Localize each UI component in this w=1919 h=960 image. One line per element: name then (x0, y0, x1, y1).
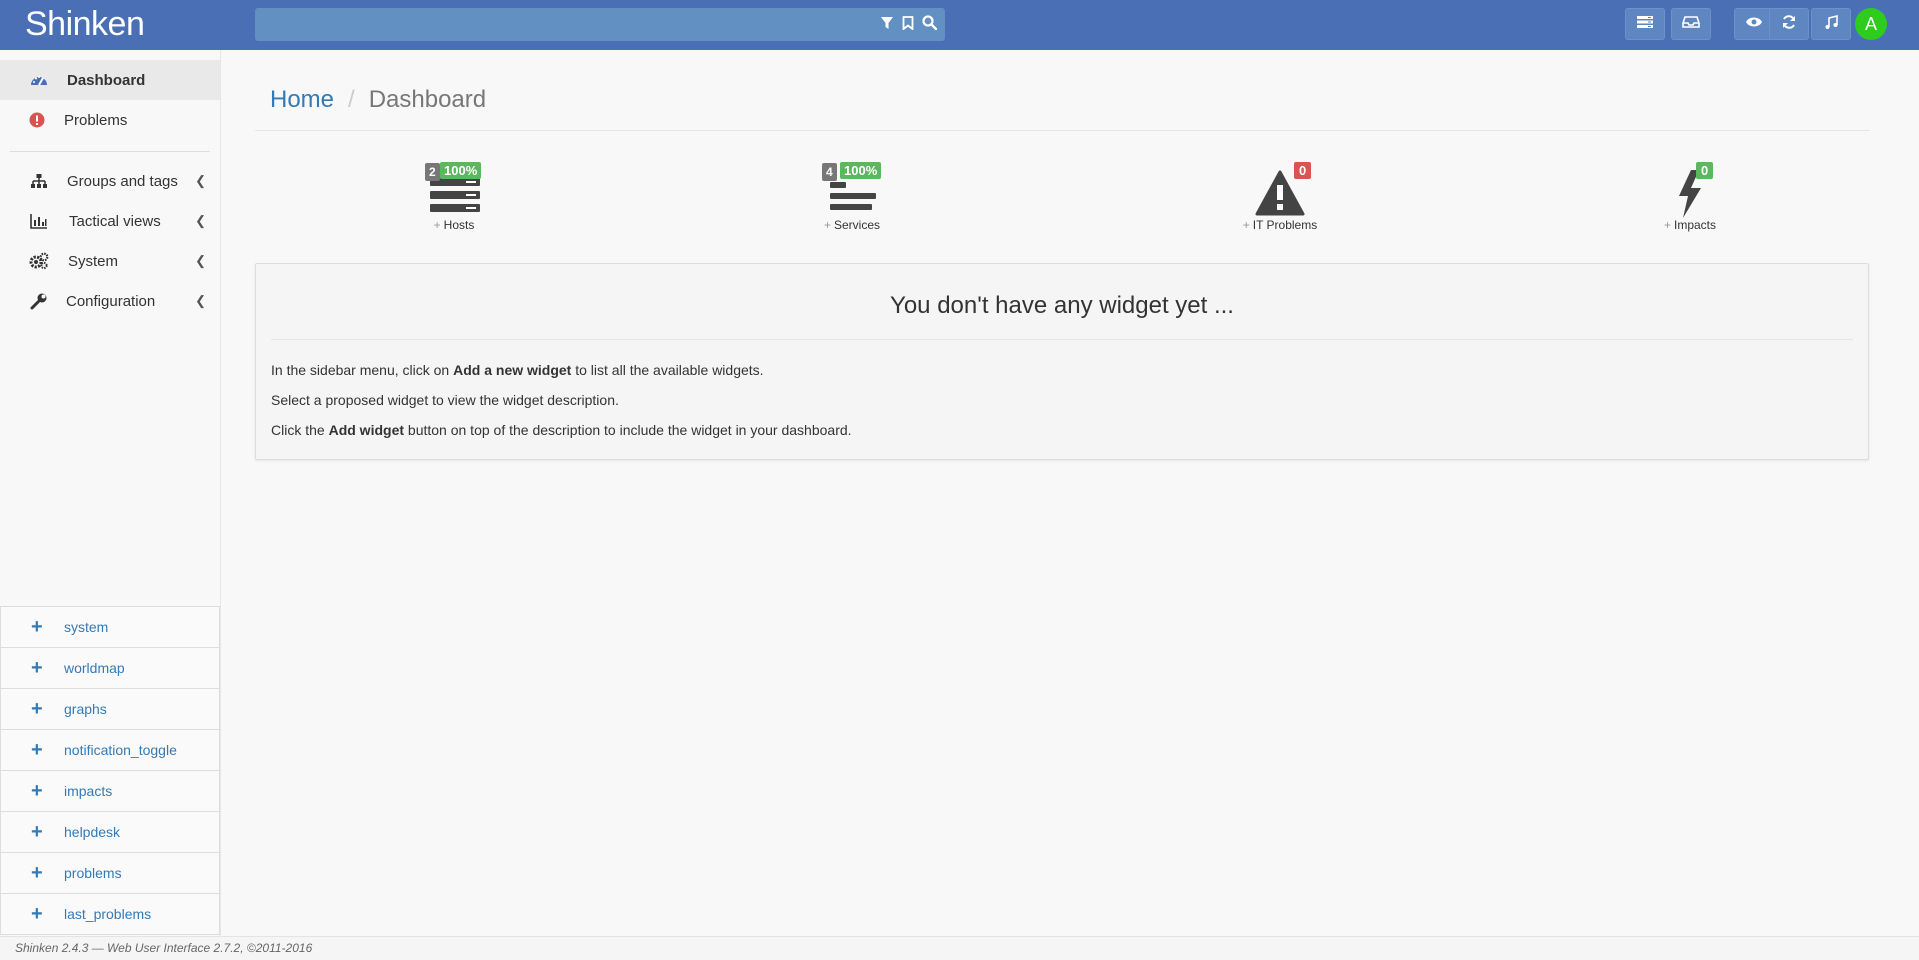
hosts-list-button[interactable] (1625, 8, 1665, 40)
divider (255, 130, 1870, 131)
inbox-icon (1682, 15, 1700, 34)
sidebar-divider (10, 151, 210, 152)
panel-title: You don't have any widget yet ... (890, 292, 1234, 319)
dashboard-icon (29, 70, 49, 90)
sidebar-item-label: Tactical views (69, 212, 161, 230)
impacts-count-badge: 0 (1696, 162, 1714, 179)
it-problems-count-badge: 0 (1294, 162, 1312, 179)
widget-item-impacts[interactable]: + impacts (0, 770, 220, 811)
inbox-button[interactable] (1671, 8, 1711, 40)
hosts-percent-badge: 100% (440, 162, 482, 179)
breadcrumb-current: Dashboard (368, 86, 487, 113)
sidebar-item-system[interactable]: System ❮ (0, 241, 220, 281)
sitemap-icon (29, 171, 49, 191)
widget-item-notification-toggle[interactable]: + notification_toggle (0, 729, 220, 770)
breadcrumb-separator: / (348, 86, 355, 113)
plus-icon: + (1663, 218, 1671, 232)
footer-version-text: Shinken 2.4.3 — Web User Interface 2.7.2… (15, 941, 313, 955)
breadcrumb: Home / Dashboard (270, 86, 486, 114)
wrench-icon (29, 291, 49, 311)
instruction-line-1: In the sidebar menu, click on Add a new … (271, 362, 764, 378)
footer: Shinken 2.4.3 — Web User Interface 2.7.2… (0, 936, 1919, 960)
hosts-count-badge: 2 (425, 163, 440, 181)
sidebar-item-label: Dashboard (67, 71, 146, 89)
brand-logo[interactable]: Shinken (25, 5, 145, 44)
plus-icon: + (31, 861, 43, 884)
user-avatar[interactable]: A (1855, 8, 1887, 40)
list-icon (830, 176, 876, 221)
sidebar-item-label: Problems (64, 111, 128, 129)
plus-icon: + (31, 697, 43, 720)
empty-dashboard-panel: You don't have any widget yet ... In the… (255, 263, 1869, 460)
server-icon (1636, 15, 1654, 34)
music-icon (1823, 14, 1839, 35)
instruction-line-2: Select a proposed widget to view the wid… (271, 392, 619, 408)
bar-chart-icon (29, 211, 49, 231)
chevron-left-icon: ❮ (195, 173, 206, 188)
services-percent-badge: 100% (840, 162, 882, 179)
plus-icon: + (31, 902, 43, 925)
sidebar-item-tactical-views[interactable]: Tactical views ❮ (0, 201, 220, 241)
sidebar-item-dashboard[interactable]: Dashboard (0, 60, 220, 100)
filter-icon[interactable] (880, 16, 894, 30)
widget-list: + system + worldmap + graphs + notification_… (0, 606, 220, 935)
plus-icon: + (31, 820, 43, 843)
widget-item-graphs[interactable]: + graphs (0, 688, 220, 729)
plus-icon: + (1242, 218, 1250, 232)
exclamation-circle-icon (27, 110, 47, 130)
server-icon (430, 176, 480, 221)
plus-icon: + (31, 615, 43, 638)
watch-button[interactable] (1734, 8, 1774, 40)
search-icon[interactable] (922, 15, 937, 30)
sidebar-item-label: Groups and tags (67, 172, 178, 190)
sound-button[interactable] (1811, 8, 1851, 40)
refresh-icon (1781, 14, 1797, 35)
divider (271, 339, 1853, 340)
widget-item-system[interactable]: + system (0, 606, 220, 647)
services-stat[interactable]: 4 100% + Services (782, 160, 922, 232)
eye-icon (1745, 15, 1763, 33)
sidebar-item-groups[interactable]: Groups and tags ❮ (0, 161, 220, 201)
gears-icon (29, 251, 49, 271)
chevron-left-icon: ❮ (195, 253, 206, 268)
sidebar-item-label: System (68, 252, 119, 270)
sidebar-item-label: Configuration (66, 292, 156, 310)
plus-icon: + (31, 656, 43, 679)
chevron-left-icon: ❮ (195, 213, 206, 228)
services-count-badge: 4 (822, 163, 837, 181)
widget-item-problems[interactable]: + problems (0, 852, 220, 893)
widget-item-last-problems[interactable]: + last_problems (0, 893, 220, 935)
widget-item-worldmap[interactable]: + worldmap (0, 647, 220, 688)
bookmark-icon[interactable] (902, 15, 914, 30)
plus-icon: + (31, 738, 43, 761)
breadcrumb-home-link[interactable]: Home (270, 86, 334, 113)
plus-icon: + (31, 779, 43, 802)
hosts-stat[interactable]: 2 100% + Hosts (384, 160, 524, 232)
impacts-stat[interactable]: 0 + Impacts (1620, 160, 1760, 232)
sidebar: Dashboard Problems Groups and tags ❮ Tac… (0, 50, 221, 936)
search-input[interactable] (255, 8, 945, 41)
chevron-left-icon: ❮ (195, 293, 206, 308)
sidebar-item-configuration[interactable]: Configuration ❮ (0, 281, 220, 321)
sidebar-item-problems[interactable]: Problems (0, 100, 220, 140)
it-problems-stat[interactable]: 0 + IT Problems (1210, 160, 1350, 232)
widget-item-helpdesk[interactable]: + helpdesk (0, 811, 220, 852)
instruction-line-3: Click the Add widget button on top of th… (271, 422, 852, 438)
top-navbar: Shinken A (0, 0, 1919, 50)
refresh-button[interactable] (1769, 8, 1809, 40)
